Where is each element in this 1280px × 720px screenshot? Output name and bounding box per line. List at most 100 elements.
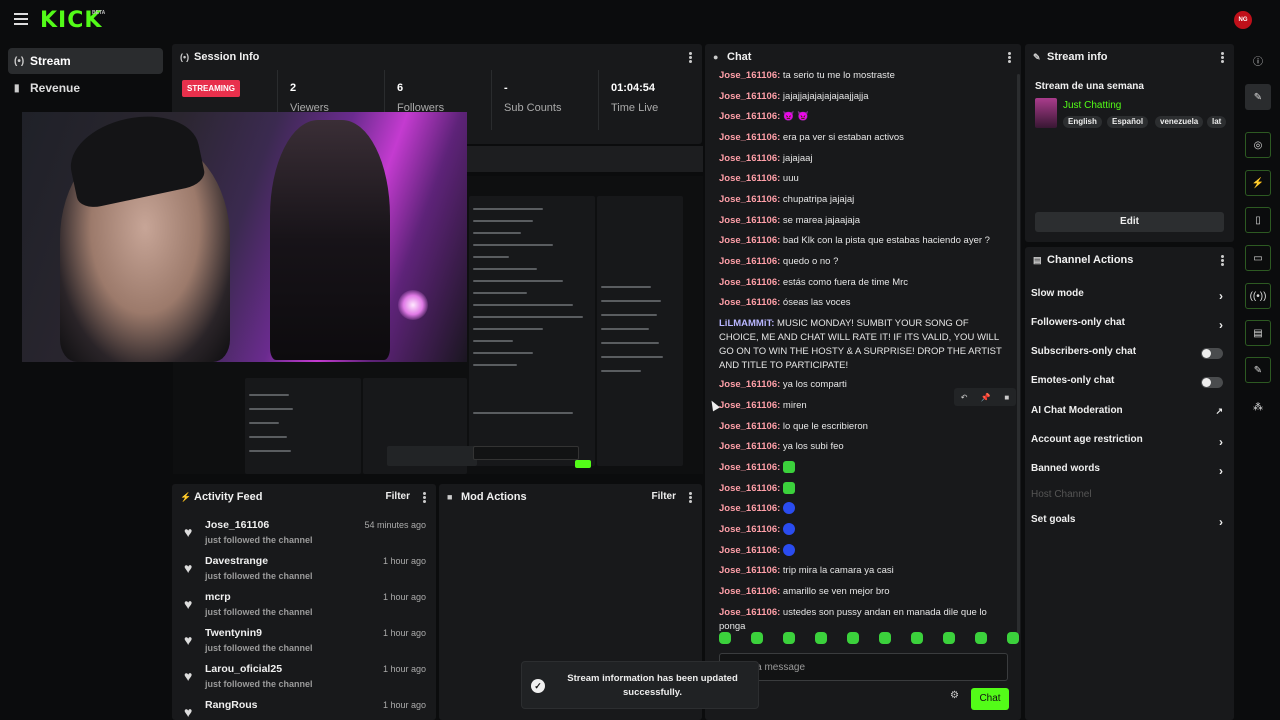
user-avatar[interactable]: NG xyxy=(1234,11,1252,29)
chat-bubble-icon: ● xyxy=(713,52,719,62)
chat-message: Jose_161106: uuu xyxy=(719,172,1009,186)
chat-input[interactable]: Send a message xyxy=(719,653,1008,681)
sidebar-item-revenue[interactable]: ▮ Revenue xyxy=(8,75,163,101)
filter-button[interactable]: Filter xyxy=(386,491,410,502)
chat-username[interactable]: Jose_161106: xyxy=(719,70,780,81)
followers-only-row[interactable]: Followers-only chat › xyxy=(1031,317,1227,335)
activity-user[interactable]: Twentynin9 xyxy=(205,627,262,639)
pin-icon[interactable]: 📌 xyxy=(981,393,991,402)
account-age-row[interactable]: Account age restriction › xyxy=(1031,434,1227,452)
broadcast-icon[interactable]: ((•)) xyxy=(1245,283,1271,309)
activity-user[interactable]: Jose_161106 xyxy=(205,519,269,531)
bolt-icon[interactable]: ⚡ xyxy=(1245,170,1271,196)
emotes-only-toggle[interactable] xyxy=(1201,377,1223,388)
layout-icon[interactable]: ▤ xyxy=(1245,320,1271,346)
wrench-icon: ✎ xyxy=(1033,51,1041,62)
filter-button[interactable]: Filter xyxy=(652,491,676,502)
preview-line xyxy=(473,364,517,366)
emote-icon[interactable] xyxy=(975,632,987,644)
emote-icon[interactable] xyxy=(783,632,795,644)
chat-scrollbar[interactable] xyxy=(1017,74,1020,634)
chat-text: trip mira la camara ya casi xyxy=(780,565,894,576)
stat-label: Sub Counts xyxy=(504,102,562,114)
chat-username[interactable]: Jose_161106: xyxy=(719,565,780,576)
document-icon[interactable]: ▯ xyxy=(1245,207,1271,233)
stat-value: - xyxy=(504,82,508,94)
target-icon[interactable]: ◎ xyxy=(1245,132,1271,158)
ai-moderation-row[interactable]: AI Chat Moderation ↗ xyxy=(1031,405,1227,423)
kebab-icon[interactable] xyxy=(689,52,692,63)
emote-icon[interactable] xyxy=(911,632,923,644)
chat-username[interactable]: Jose_161106: xyxy=(719,277,780,288)
chat-username[interactable]: Jose_161106: xyxy=(719,441,780,452)
emote-icon[interactable] xyxy=(815,632,827,644)
wrench-icon[interactable]: ✎ xyxy=(1245,357,1271,383)
chat-icon[interactable]: ▭ xyxy=(1245,245,1271,271)
stream-category[interactable]: Just Chatting xyxy=(1063,100,1121,111)
chat-username[interactable]: Jose_161106: xyxy=(719,379,780,390)
kebab-icon[interactable] xyxy=(1221,255,1224,266)
reply-icon[interactable]: ↶ xyxy=(961,393,968,402)
delete-icon[interactable]: ■ xyxy=(1004,393,1009,402)
banned-words-row[interactable]: Banned words › xyxy=(1031,463,1227,481)
sidebar-item-label: Revenue xyxy=(30,81,81,95)
menu-icon[interactable] xyxy=(14,13,28,25)
chat-username[interactable]: Jose_161106: xyxy=(719,256,780,267)
category-thumbnail xyxy=(1035,98,1057,128)
emote-icon[interactable] xyxy=(1007,632,1019,644)
chat-username[interactable]: Jose_161106: xyxy=(719,111,780,122)
slow-mode-row[interactable]: Slow mode › xyxy=(1031,288,1227,306)
activity-user[interactable]: RangRous xyxy=(205,699,258,711)
activity-item: ♥ RangRous 1 hour ago xyxy=(172,696,436,720)
chat-username[interactable]: Jose_161106: xyxy=(719,586,780,597)
activity-time: 1 hour ago xyxy=(382,556,426,566)
kebab-icon[interactable] xyxy=(1008,52,1011,63)
chat-username[interactable]: Jose_161106: xyxy=(719,462,780,473)
bolt-icon: ⚡ xyxy=(180,491,192,502)
gear-icon[interactable]: ⚙ xyxy=(950,690,959,701)
kebab-icon[interactable] xyxy=(423,492,426,503)
emote-icon[interactable] xyxy=(719,632,731,644)
chat-username[interactable]: Jose_161106: xyxy=(719,607,780,618)
preview-line xyxy=(473,232,521,234)
chat-username[interactable]: Jose_161106: xyxy=(719,421,780,432)
subscribers-only-toggle[interactable] xyxy=(1201,348,1223,359)
chat-username[interactable]: Jose_161106: xyxy=(719,215,780,226)
apps-icon[interactable]: ⁂ xyxy=(1245,394,1271,420)
heart-icon: ♥ xyxy=(184,632,193,648)
activity-user[interactable]: Larou_oficial25 xyxy=(205,663,282,675)
set-goals-row[interactable]: Set goals › xyxy=(1031,514,1227,532)
chat-username[interactable]: Jose_161106: xyxy=(719,483,780,494)
chat-message: Jose_161106: amarillo se ven mejor bro xyxy=(719,585,1009,599)
chat-send-button[interactable]: Chat xyxy=(971,688,1009,710)
kebab-icon[interactable] xyxy=(689,492,692,503)
chat-username[interactable]: Jose_161106: xyxy=(719,194,780,205)
activity-user[interactable]: mcrp xyxy=(205,591,231,603)
sidebar-item-stream[interactable]: (•) Stream xyxy=(8,48,163,74)
chat-username[interactable]: Jose_161106: xyxy=(719,297,780,308)
preview-line xyxy=(601,314,657,316)
chat-username[interactable]: Jose_161106: xyxy=(719,400,780,411)
info-icon[interactable]: ⓘ xyxy=(1245,47,1271,73)
action-label: Slow mode xyxy=(1031,288,1084,299)
chat-username[interactable]: Jose_161106: xyxy=(719,503,780,514)
emote-icon[interactable] xyxy=(751,632,763,644)
chat-username[interactable]: Jose_161106: xyxy=(719,545,780,556)
chat-username[interactable]: Jose_161106: xyxy=(719,173,780,184)
emote-icon[interactable] xyxy=(879,632,891,644)
edit-button[interactable]: Edit xyxy=(1035,212,1224,232)
emote-bar xyxy=(719,632,1019,646)
chat-username[interactable]: Jose_161106: xyxy=(719,153,780,164)
activity-text: just followed the channel xyxy=(205,535,313,545)
chat-username[interactable]: Jose_161106: xyxy=(719,132,780,143)
chat-username[interactable]: LiLMAMMiT: xyxy=(719,318,774,329)
chat-username[interactable]: Jose_161106: xyxy=(719,235,780,246)
edit-icon[interactable]: ✎ xyxy=(1245,84,1271,110)
kebab-icon[interactable] xyxy=(1221,52,1224,63)
emote-icon[interactable] xyxy=(943,632,955,644)
preview-line xyxy=(601,328,649,330)
chat-username[interactable]: Jose_161106: xyxy=(719,91,780,102)
emote-icon[interactable] xyxy=(847,632,859,644)
activity-user[interactable]: Davestrange xyxy=(205,555,268,567)
chat-username[interactable]: Jose_161106: xyxy=(719,524,780,535)
